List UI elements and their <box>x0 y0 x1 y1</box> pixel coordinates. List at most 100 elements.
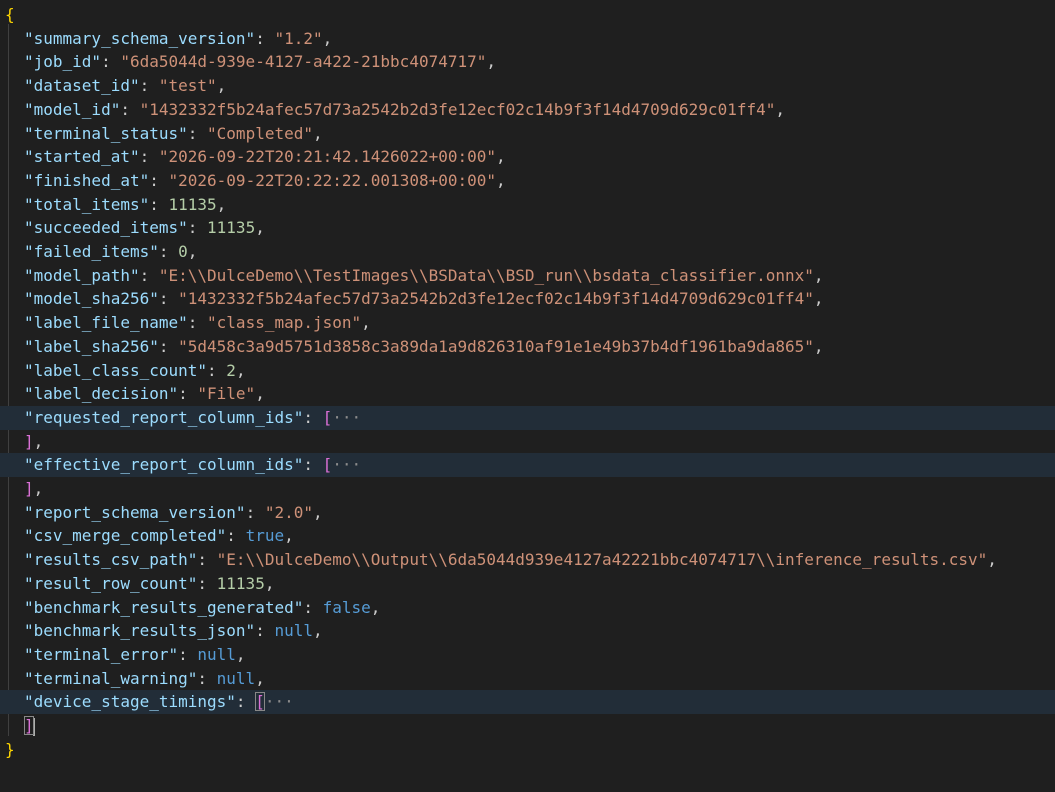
code-line[interactable]: "summary_schema_version": "1.2", <box>0 27 1055 51</box>
close-bracket: ] <box>24 479 34 498</box>
comma: , <box>370 597 381 617</box>
folded-line[interactable]: "effective_report_column_ids": [··· <box>0 453 1055 478</box>
comma: , <box>255 384 265 404</box>
json-key: "report_schema_version" <box>24 502 246 522</box>
code-line[interactable]: "finished_at": "2026-09-22T20:22:22.0013… <box>0 169 1055 193</box>
json-value: null <box>216 668 256 688</box>
code-line[interactable]: "model_path": "E:\\DulceDemo\\TestImages… <box>0 264 1055 288</box>
json-value: true <box>245 526 285 546</box>
code-line[interactable]: ], <box>0 430 1055 454</box>
code-line[interactable]: "model_sha256": "1432332f5b24afec57d73a2… <box>0 287 1055 311</box>
json-key: "job_id" <box>24 52 102 72</box>
json-key: "total_items" <box>24 194 150 214</box>
folded-line[interactable]: "device_stage_timings": [··· <box>0 690 1055 715</box>
json-value: "6da5044d-939e-4127-a422-21bbc4074717" <box>120 52 487 72</box>
json-value: "1.2" <box>274 28 323 48</box>
json-value: "2026-09-22T20:22:22.001308+00:00" <box>168 170 497 190</box>
colon: : <box>255 621 275 641</box>
json-key: "benchmark_results_generated" <box>24 597 304 617</box>
text-cursor <box>32 717 35 736</box>
comma: , <box>813 289 824 309</box>
code-line[interactable]: "label_class_count": 2, <box>0 359 1055 383</box>
comma: , <box>496 170 506 190</box>
json-key: "results_csv_path" <box>24 550 198 570</box>
json-key: "label_sha256" <box>24 336 159 356</box>
json-value: "E:\\DulceDemo\\TestImages\\BSData\\BSD_… <box>158 265 814 285</box>
comma: , <box>987 550 997 570</box>
code-line[interactable]: "results_csv_path": "E:\\DulceDemo\\Outp… <box>0 548 1055 572</box>
code-line[interactable]: "terminal_status": "Completed", <box>0 122 1055 146</box>
json-value: 11135 <box>207 218 256 238</box>
json-value: "2026-09-22T20:21:42.1426022+00:00" <box>158 147 497 167</box>
colon: : <box>235 692 256 712</box>
code-line[interactable]: "label_decision": "File", <box>0 382 1055 406</box>
code-line[interactable]: ] <box>0 714 1055 738</box>
code-line[interactable]: } <box>0 738 1055 762</box>
json-value: "File" <box>197 384 256 404</box>
comma: , <box>312 621 323 641</box>
code-line[interactable]: "terminal_error": null, <box>0 643 1055 667</box>
json-key: "requested_report_column_ids" <box>24 407 304 427</box>
code-line[interactable]: "started_at": "2026-09-22T20:21:42.14260… <box>0 145 1055 169</box>
code-line[interactable]: "failed_items": 0, <box>0 240 1055 264</box>
json-value: "2.0" <box>264 502 313 522</box>
code-line[interactable]: "model_id": "1432332f5b24afec57d73a2542b… <box>0 98 1055 122</box>
code-line[interactable]: "terminal_warning": null, <box>0 667 1055 691</box>
colon: : <box>120 99 140 119</box>
json-value: 11135 <box>216 573 265 593</box>
colon: : <box>158 289 179 309</box>
colon: : <box>139 76 159 96</box>
json-value: 2 <box>226 360 236 380</box>
folded-line[interactable]: "requested_report_column_ids": [··· <box>0 405 1055 430</box>
fold-ellipsis-icon[interactable]: ··· <box>332 455 361 474</box>
json-key: "effective_report_column_ids" <box>24 455 304 475</box>
close-bracket: ] <box>24 431 34 451</box>
colon: : <box>149 170 169 190</box>
code-line[interactable]: { <box>0 3 1055 27</box>
code-line[interactable]: "total_items": 11135, <box>0 193 1055 217</box>
json-value: "Completed" <box>207 123 313 143</box>
json-value: "1432332f5b24afec57d73a2542b2d3fe12ecf02… <box>178 289 814 309</box>
code-line[interactable]: "job_id": "6da5044d-939e-4127-a422-21bbc… <box>0 50 1055 74</box>
comma: , <box>255 668 265 688</box>
code-line[interactable]: ], <box>0 477 1055 501</box>
code-line[interactable]: "report_schema_version": "2.0", <box>0 501 1055 525</box>
comma: , <box>187 242 198 261</box>
comma: , <box>33 479 44 498</box>
code-line[interactable]: "benchmark_results_json": null, <box>0 619 1055 643</box>
comma: , <box>33 431 44 451</box>
json-key: "finished_at" <box>24 170 150 190</box>
colon: : <box>178 384 198 404</box>
colon: : <box>149 194 169 214</box>
colon: : <box>226 526 246 546</box>
json-key: "terminal_error" <box>24 644 179 664</box>
json-key: "model_sha256" <box>24 289 159 309</box>
json-value: "E:\\DulceDemo\\Output\\6da5044d939e4127… <box>216 550 988 570</box>
code-line[interactable]: "result_row_count": 11135, <box>0 572 1055 596</box>
close-brace: } <box>5 739 15 759</box>
json-key: "csv_merge_completed" <box>24 526 227 546</box>
colon: : <box>303 455 323 475</box>
code-line[interactable]: "label_sha256": "5d458c3a9d5751d3858c3a8… <box>0 335 1055 359</box>
code-line[interactable]: "dataset_id": "test", <box>0 74 1055 98</box>
comma: , <box>813 265 824 285</box>
comma: , <box>322 28 333 48</box>
comma: , <box>255 218 265 238</box>
code-line[interactable]: "label_file_name": "class_map.json", <box>0 311 1055 335</box>
json-key: "terminal_status" <box>24 123 188 143</box>
colon: : <box>178 644 198 664</box>
code-line[interactable]: "csv_merge_completed": true, <box>0 524 1055 548</box>
code-editor[interactable]: {"summary_schema_version": "1.2", "job_id… <box>0 0 1055 792</box>
open-bracket: [ <box>255 692 265 712</box>
json-key: "started_at" <box>24 147 140 167</box>
json-value: "5d458c3a9d5751d3858c3a89da1a9d826310af9… <box>178 336 814 356</box>
json-value: null <box>197 644 236 664</box>
colon: : <box>139 265 159 285</box>
fold-ellipsis-icon[interactable]: ··· <box>265 692 294 711</box>
code-line[interactable]: "benchmark_results_generated": false, <box>0 596 1055 620</box>
json-key: "succeeded_items" <box>24 218 188 238</box>
code-line[interactable]: "succeeded_items": 11135, <box>0 216 1055 240</box>
json-value: "1432332f5b24afec57d73a2542b2d3fe12ecf02… <box>139 99 776 119</box>
json-key: "model_path" <box>24 265 140 285</box>
fold-ellipsis-icon[interactable]: ··· <box>332 408 361 427</box>
